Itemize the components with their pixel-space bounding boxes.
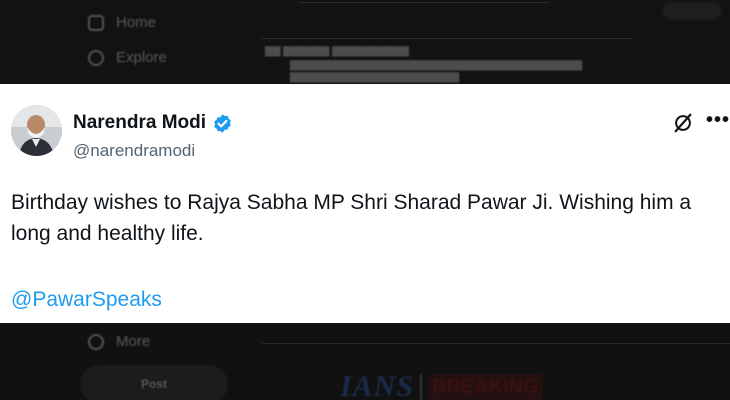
nav-item-explore[interactable]: Explore [88,49,167,66]
nav-item-more[interactable]: More [88,333,150,350]
avatar-image [11,105,62,156]
tweet-text: Birthday wishes to Rajya Sabha MP Shri S… [11,191,692,245]
post-button[interactable]: Post [80,365,228,400]
verified-badge-icon [214,113,231,133]
nav-item-label: More [116,333,151,350]
avatar[interactable] [11,105,62,156]
search-icon [88,49,104,66]
tweet-card[interactable]: Narendra Modi @narendramodi ••• Birthday… [0,84,730,323]
feed-divider [298,2,550,3]
news-brand: IANS [340,370,415,400]
author-handle[interactable]: @narendramodi [73,141,195,161]
author-name-row[interactable]: Narendra Modi [73,112,233,134]
more-circle-icon [88,333,104,350]
background-widget [662,2,722,20]
nav-item-home[interactable]: Home [88,14,156,31]
grok-icon[interactable] [672,112,694,134]
nav-item-label: Explore [116,49,167,66]
mention-link[interactable]: @PawarSpeaks [11,288,162,312]
divider [420,374,423,400]
nav-item-label: Home [116,14,157,31]
home-icon [88,14,104,31]
news-watermark: IANS BREAKING [340,370,543,400]
author-name[interactable]: Narendra Modi [73,112,206,134]
background-feed-top: Home Explore ▇▇ ▇▇▇▇▇▇ ▇▇▇▇▇▇▇▇▇▇ ▇▇▇▇▇▇… [0,0,730,84]
news-badge: BREAKING [428,373,543,400]
blurred-feed-text: ▇▇ ▇▇▇▇▇▇ ▇▇▇▇▇▇▇▇▇▇ [265,46,409,57]
blurred-feed-text: ▇▇▇▇▇▇▇▇▇▇▇▇▇▇▇▇▇▇▇▇▇▇▇▇▇▇▇▇▇▇▇▇▇▇▇▇▇▇ [290,60,583,71]
post-button-label: Post [140,377,167,391]
feed-divider [262,343,730,344]
feed-divider [262,38,632,39]
blurred-feed-text: ▇▇▇▇▇▇▇▇▇▇▇▇▇▇▇▇▇▇▇▇▇▇ [290,72,460,83]
more-icon[interactable]: ••• [706,110,730,130]
